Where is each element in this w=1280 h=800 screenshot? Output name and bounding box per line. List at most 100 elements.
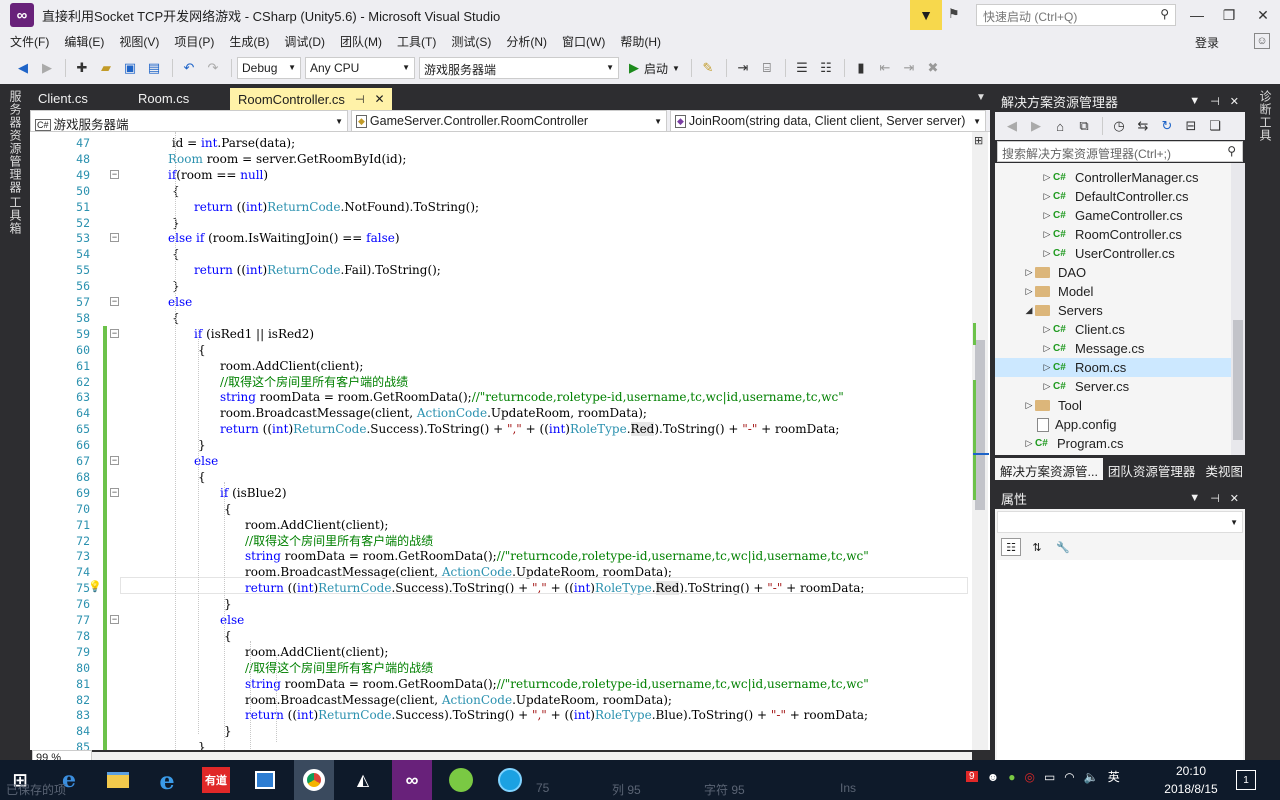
maximize-button[interactable]: ❐ <box>1212 0 1246 30</box>
code-line[interactable]: else if (room.IsWaitingJoin() == false) <box>168 230 400 246</box>
code-line[interactable]: room.BroadcastMessage(client, ActionCode… <box>245 692 672 708</box>
collapse-toggle[interactable]: − <box>110 233 119 243</box>
code-line[interactable]: { <box>224 501 232 517</box>
code-line[interactable]: string roomData = room.GetRoomData();//"… <box>245 548 869 564</box>
menu-view[interactable]: 视图(V) <box>113 31 165 52</box>
tree-folder[interactable]: ▷ Model <box>1023 282 1094 301</box>
security-tray-icon[interactable]: ◎ <box>1024 770 1034 784</box>
property-pages-icon[interactable]: 🔧 <box>1053 538 1073 556</box>
expand-chevron-icon[interactable]: ▷ <box>1041 225 1053 244</box>
tree-file[interactable]: ▷ C# Room.cs <box>995 358 1231 377</box>
menu-project[interactable]: 项目(P) <box>168 31 220 52</box>
collapse-toggle[interactable]: − <box>110 456 119 465</box>
save-icon[interactable]: ▣ <box>119 57 141 79</box>
action-center-icon[interactable]: 1 <box>1236 770 1256 790</box>
code-line[interactable]: //取得这个房间里所有客户端的战绩 <box>245 533 433 549</box>
wifi-icon[interactable]: ◠ <box>1064 770 1074 784</box>
uncomment-icon[interactable]: ☷ <box>815 57 837 79</box>
battery-icon[interactable]: ▭ <box>1044 770 1055 784</box>
code-line[interactable]: string roomData = room.GetRoomData();//"… <box>220 389 844 405</box>
show-all-files-icon[interactable]: ❏ <box>1204 115 1226 137</box>
sync-icon[interactable]: ⇆ <box>1132 115 1154 137</box>
expand-chevron-icon[interactable]: ▷ <box>1041 206 1053 225</box>
expand-chevron-icon[interactable]: ▷ <box>1041 187 1053 206</box>
expand-chevron-icon[interactable]: ▷ <box>1023 434 1035 453</box>
categorized-icon[interactable]: ☷ <box>1001 538 1021 556</box>
code-line[interactable]: } <box>198 437 206 453</box>
unity-icon[interactable]: ◭ <box>343 760 383 800</box>
code-line[interactable]: return ((int)ReturnCode.NotFound).ToStri… <box>194 199 479 215</box>
solution-tree[interactable]: ▷ C# ControllerManager.cs ▷ C# DefaultControl… <box>995 163 1231 455</box>
expand-chevron-icon[interactable]: ◢ <box>1023 301 1035 320</box>
youdao-tray-icon[interactable]: 9 <box>966 771 978 782</box>
code-line[interactable]: return ((int)ReturnCode.Success).ToStrin… <box>220 421 839 437</box>
clear-bookmarks-icon[interactable]: ✖ <box>922 57 944 79</box>
properties-grid[interactable] <box>997 560 1243 765</box>
expand-chevron-icon[interactable]: ▷ <box>1041 244 1053 263</box>
step-icon[interactable]: ⇥ <box>732 57 754 79</box>
internet-explorer-icon[interactable]: e <box>147 760 187 800</box>
tree-file[interactable]: ▷ C# UserController.cs <box>1041 244 1175 263</box>
code-line[interactable]: else <box>168 294 192 310</box>
bookmark-icon[interactable]: ▮ <box>850 57 872 79</box>
find-icon[interactable]: ⌸ <box>756 57 778 79</box>
collapse-toggle[interactable]: − <box>110 328 119 338</box>
menu-build[interactable]: 生成(B) <box>223 31 275 52</box>
comment-icon[interactable]: ☰ <box>791 57 813 79</box>
collapse-toggle[interactable]: − <box>110 487 119 497</box>
tree-file[interactable]: ▷ C# Server.cs <box>1041 377 1130 396</box>
tree-folder[interactable]: ▷ Tool <box>1023 396 1082 415</box>
quick-launch-input[interactable]: 快速启动 (Ctrl+Q) ⚲ <box>976 4 1176 26</box>
back-icon[interactable]: ◀ <box>1001 115 1023 137</box>
diagnostic-tools-tab[interactable]: 诊断工具 <box>1256 90 1274 142</box>
collapse-toggle[interactable]: − <box>110 297 119 306</box>
next-bookmark-icon[interactable]: ⇥ <box>898 57 920 79</box>
editor-scroll-thumb[interactable] <box>975 340 985 510</box>
tab-class-view[interactable]: 类视图 <box>1200 458 1248 480</box>
visual-studio-icon[interactable]: ∞ <box>392 760 432 800</box>
chrome-icon[interactable] <box>294 760 334 800</box>
code-line[interactable]: return ((int)ReturnCode.Fail).ToString()… <box>194 262 441 278</box>
code-line[interactable]: string roomData = room.GetRoomData();//"… <box>245 676 869 692</box>
collapse-toggle[interactable]: − <box>110 169 119 179</box>
forward-icon[interactable]: ▶ <box>1025 115 1047 137</box>
feedback-filter-icon[interactable]: ▼ <box>910 0 942 30</box>
close-icon[interactable]: ✕ <box>1230 95 1239 108</box>
code-line[interactable]: if (isBlue2) <box>220 485 287 501</box>
menu-window[interactable]: 窗口(W) <box>556 31 611 52</box>
account-icon[interactable]: ☺ <box>1254 33 1270 49</box>
tab-room-cs[interactable]: Room.cs <box>130 88 230 110</box>
code-line[interactable]: Room room = server.GetRoomById(id); <box>168 151 406 167</box>
code-line[interactable]: { <box>198 469 206 485</box>
code-line[interactable]: id = int.Parse(data); <box>168 135 295 151</box>
green-app-icon[interactable] <box>441 760 481 800</box>
alphabetical-icon[interactable]: ⇅ <box>1027 538 1047 556</box>
pin-icon[interactable]: ⊣ <box>1210 492 1220 505</box>
login-link[interactable]: 登录 <box>1195 34 1219 51</box>
close-icon[interactable]: ✕ <box>1230 492 1239 505</box>
browser-link-icon[interactable]: ✎ <box>697 57 719 79</box>
tree-folder[interactable]: ◢ Servers <box>1023 301 1103 320</box>
code-line[interactable]: { <box>198 342 206 358</box>
type-dropdown[interactable]: ◆ GameServer.Controller.RoomController ▼ <box>351 110 667 132</box>
code-line[interactable]: } <box>224 723 232 739</box>
tree-file[interactable]: ▷ C# Message.cs <box>1041 339 1145 358</box>
expand-chevron-icon[interactable]: ▷ <box>1041 168 1053 187</box>
code-line[interactable]: } <box>198 739 206 750</box>
startup-project-select[interactable]: 游戏服务器端 ▼ <box>419 57 619 79</box>
tree-file[interactable]: ▷ C# DefaultController.cs <box>1041 187 1189 206</box>
pin-icon[interactable]: ⊣ <box>1210 95 1220 108</box>
solution-config-select[interactable]: Debug ▼ <box>237 57 301 79</box>
expand-chevron-icon[interactable]: ▷ <box>1041 377 1053 396</box>
start-debugging-button[interactable]: ▶ 启动 ▼ <box>629 60 680 77</box>
tree-file[interactable]: App.config <box>1023 415 1116 434</box>
split-editor-icon[interactable]: ⊞ <box>974 134 983 147</box>
back-icon[interactable]: ◀ <box>12 57 34 79</box>
menu-test[interactable]: 测试(S) <box>445 31 497 52</box>
pending-changes-icon[interactable]: ◷ <box>1108 115 1130 137</box>
properties-object-select[interactable]: ▼ <box>997 511 1243 533</box>
code-line[interactable]: //取得这个房间里所有客户端的战绩 <box>220 374 408 390</box>
open-file-icon[interactable]: ▰ <box>95 57 117 79</box>
solution-search-input[interactable]: 搜索解决方案资源管理器(Ctrl+;) ⚲ <box>997 141 1243 162</box>
tree-file[interactable]: ▷ C# RoomController.cs <box>1041 225 1182 244</box>
